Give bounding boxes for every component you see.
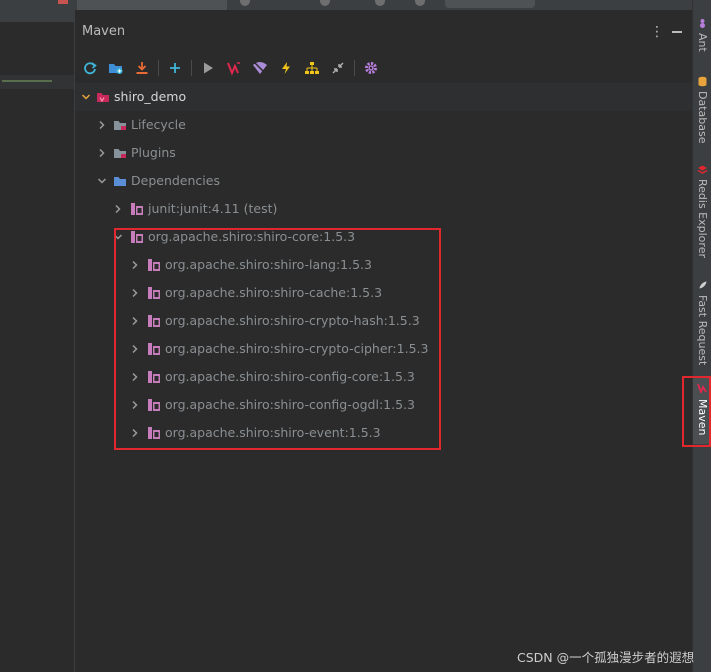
run-icon[interactable] xyxy=(375,0,385,6)
more-options-icon[interactable]: ⋮ xyxy=(650,24,664,40)
add-icon[interactable] xyxy=(165,58,185,78)
tree-item-label: Dependencies xyxy=(131,173,220,188)
watermark: CSDN @一个孤独漫步者的遐想 xyxy=(517,650,695,665)
side-tab-redis-explorer[interactable]: Redis Explorer xyxy=(693,160,711,270)
skip-tests-icon[interactable] xyxy=(276,58,296,78)
chevron-down-icon[interactable] xyxy=(81,92,91,102)
tool-window-title: Maven xyxy=(82,24,126,39)
settings-icon[interactable] xyxy=(361,58,381,78)
side-tab-ant[interactable]: Ant xyxy=(693,14,711,60)
maven-project-icon xyxy=(97,93,109,103)
folder-icon xyxy=(114,149,126,158)
toolbar-separator xyxy=(191,60,192,76)
tree-item-project[interactable]: shiro_demo xyxy=(75,83,692,111)
stop-icon[interactable] xyxy=(415,0,425,6)
side-tab-database[interactable]: Database xyxy=(693,72,711,152)
rocket-icon xyxy=(699,281,707,289)
database-icon xyxy=(698,76,707,87)
side-tab-fast-request[interactable]: Fast Request xyxy=(693,276,711,366)
chevron-right-icon[interactable] xyxy=(97,120,107,130)
toggle-offline-icon[interactable] xyxy=(250,58,270,78)
tree-item-label: shiro_demo xyxy=(114,89,187,104)
show-dependencies-icon[interactable] xyxy=(302,58,322,78)
editor-code-mark xyxy=(2,80,52,82)
editor-highlight-line xyxy=(0,75,74,89)
right-tool-strip: Ant Database Redis Explorer Fast Request… xyxy=(692,0,711,672)
tree-item-dependencies[interactable]: Dependencies xyxy=(75,167,692,195)
add-maven-project-icon[interactable] xyxy=(106,58,126,78)
main-toolbar xyxy=(75,0,692,10)
toolbar-separator xyxy=(354,60,355,76)
editor-gutter xyxy=(0,0,75,672)
toolbar-separator xyxy=(158,60,159,76)
tree-item-plugins[interactable]: Plugins xyxy=(75,139,692,167)
highlight-box-maven-tab xyxy=(682,376,711,447)
run-icon[interactable] xyxy=(198,58,218,78)
tree-item-dependency[interactable]: junit:junit:4.11 (test) xyxy=(75,195,692,223)
chevron-right-icon[interactable] xyxy=(97,148,107,158)
folder-icon xyxy=(114,121,126,130)
library-icon xyxy=(131,203,143,215)
maven-header: Maven ⋮ xyxy=(75,10,692,54)
reload-all-icon[interactable] xyxy=(80,58,100,78)
tree-item-label: junit:junit:4.11 (test) xyxy=(148,201,278,216)
chevron-right-icon[interactable] xyxy=(113,204,123,214)
redis-icon xyxy=(697,165,708,174)
download-sources-icon[interactable] xyxy=(132,58,152,78)
execute-goal-icon[interactable] xyxy=(224,58,244,78)
chevron-down-icon[interactable] xyxy=(97,176,107,186)
editor-marker xyxy=(58,0,68,4)
tree-item-label: Lifecycle xyxy=(131,117,186,132)
tree-item-label: Plugins xyxy=(131,145,176,160)
highlight-box-dependencies xyxy=(114,228,441,450)
run-config-selector[interactable] xyxy=(77,0,227,10)
maven-toolbar xyxy=(75,54,692,82)
build-icon[interactable] xyxy=(240,0,250,6)
hide-window-icon[interactable] xyxy=(672,31,682,33)
debug-icon[interactable] xyxy=(320,0,330,6)
search-everywhere-field[interactable] xyxy=(445,0,535,8)
ant-icon xyxy=(700,19,705,28)
dependencies-folder-icon xyxy=(114,177,126,186)
collapse-all-icon[interactable] xyxy=(328,58,348,78)
tree-item-lifecycle[interactable]: Lifecycle xyxy=(75,111,692,139)
